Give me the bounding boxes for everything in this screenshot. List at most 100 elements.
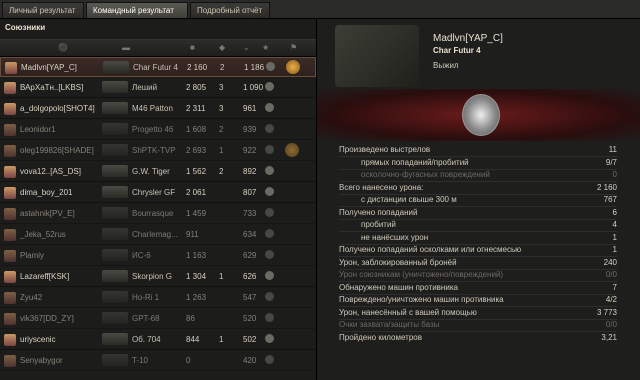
- xp-value: 502: [243, 335, 257, 344]
- player-name[interactable]: astahnik[PV_E]: [20, 209, 75, 218]
- player-row[interactable]: dima_boy_201 Chrysler GF 2 061 807: [0, 183, 316, 203]
- damage-value: 911: [186, 230, 199, 239]
- tank-column-icon[interactable]: ▬: [122, 43, 130, 52]
- kills-value: 1: [219, 272, 224, 281]
- player-row[interactable]: ВАрХаТн..[LKBS] Леший 2 805 3 1 090: [0, 78, 316, 98]
- player-name[interactable]: Senyabygor: [20, 356, 63, 365]
- player-name[interactable]: uriyscenic: [20, 335, 56, 344]
- stat-label: Обнаружено машин противника: [339, 282, 458, 292]
- stat-row: пробитий 4: [339, 220, 617, 230]
- player-row[interactable]: _Jeka_52rus Charlemag... 911 634: [0, 225, 316, 245]
- player-name[interactable]: Zyu42: [20, 293, 42, 302]
- stat-dot-icon[interactable]: [265, 271, 274, 280]
- damage-value: 0: [186, 356, 191, 365]
- sort-chevron-icon[interactable]: ⌄: [243, 43, 250, 52]
- kills-column-icon[interactable]: ◆: [219, 43, 225, 52]
- team-panel: Союзники ⚫ ▬ ■ ◆ ⌄ ★ ⚑ Madlvn[YAP_C] Char…: [0, 19, 317, 380]
- stat-row: Урон союзникам (уничтожено/повреждений) 0…: [339, 270, 617, 280]
- player-column-icon[interactable]: ⚫: [58, 43, 68, 52]
- player-row[interactable]: Leonidor1 Progetto 46 1 608 2 939: [0, 120, 316, 140]
- damage-value: 2 805: [186, 83, 207, 92]
- player-row[interactable]: Senyabygor T-10 0 420: [0, 351, 316, 371]
- player-row[interactable]: Zyu42 Ho-Ri 1 1 263 547: [0, 288, 316, 308]
- player-row[interactable]: vik367[DD_ZY] GPT-68 86 520: [0, 309, 316, 329]
- player-name[interactable]: dima_boy_201: [20, 188, 72, 197]
- stat-value: 0/0: [605, 320, 617, 329]
- player-name[interactable]: Madlvn[YAP_C]: [21, 63, 77, 72]
- stat-dot-icon[interactable]: [265, 355, 274, 364]
- player-name[interactable]: Lazareff[KSK]: [20, 272, 69, 281]
- xp-column-icon[interactable]: ★: [262, 43, 269, 52]
- rank-badge-icon: [4, 334, 16, 346]
- player-name[interactable]: _Jeka_52rus: [20, 230, 66, 239]
- player-name[interactable]: Leonidor1: [20, 125, 56, 134]
- stat-row: Очки захвата/защиты базы 0/0: [339, 320, 617, 330]
- stat-label: осколочно-фугасных повреждений: [361, 170, 490, 179]
- stat-row: Обнаружено машин противника 7: [339, 283, 617, 293]
- player-name[interactable]: ВАрХаТн..[LKBS]: [20, 83, 83, 92]
- stat-label: пробитий: [361, 220, 396, 229]
- player-row[interactable]: a_dolgopolo[SHOT4] M46 Patton 2 311 3 961: [0, 99, 316, 119]
- stat-value: 9/7: [605, 157, 617, 167]
- stat-row: Произведено выстрелов 11: [339, 145, 617, 155]
- stat-dot-icon[interactable]: [265, 82, 274, 91]
- rank-badge-icon: [4, 292, 16, 304]
- xp-value: 939: [243, 125, 257, 134]
- player-name[interactable]: Plamiy: [20, 251, 44, 260]
- stat-dot-icon[interactable]: [265, 229, 274, 238]
- player-row[interactable]: Plamiy ИС-6 1 163 629: [0, 246, 316, 266]
- tank-icon: [102, 354, 128, 366]
- rank-badge-icon: [4, 145, 16, 157]
- tab-team-result[interactable]: Командный результат: [86, 2, 188, 18]
- stat-dot-icon[interactable]: [265, 313, 274, 322]
- tank-icon: [102, 228, 128, 240]
- stat-label: Всего нанесено урона:: [339, 182, 424, 192]
- tab-personal-result[interactable]: Личный результат: [2, 2, 84, 18]
- stat-value: 11: [608, 145, 617, 154]
- player-row[interactable]: vova12..[AS_DS] G.W. Tiger 1 562 2 892: [0, 162, 316, 182]
- stat-dot-icon[interactable]: [266, 62, 275, 71]
- kills-value: 2: [219, 167, 224, 176]
- tab-detailed-report[interactable]: Подробный отчёт: [190, 2, 270, 18]
- achievement-icon[interactable]: [286, 60, 300, 74]
- player-name[interactable]: a_dolgopolo[SHOT4]: [20, 104, 95, 113]
- stat-value: 4/2: [605, 295, 617, 304]
- stat-value: 1: [612, 232, 617, 242]
- achievement-column-icon[interactable]: ⚑: [290, 43, 297, 52]
- tank-name: Об. 704: [132, 335, 161, 344]
- player-row[interactable]: Madlvn[YAP_C] Char Futur 4 2 160 2 1 186: [0, 57, 316, 77]
- stat-dot-icon[interactable]: [265, 145, 274, 154]
- kills-value: 2: [220, 63, 225, 72]
- stat-dot-icon[interactable]: [265, 124, 274, 133]
- achievement-medal-icon[interactable]: [462, 94, 500, 136]
- stat-dot-icon[interactable]: [265, 187, 274, 196]
- tab-bar: Личный результат Командный результат Под…: [0, 0, 640, 19]
- tank-name: ShPTK-TVP: [132, 146, 176, 155]
- player-row[interactable]: oleg199826[SHADE] ShPTK-TVP 2 693 1 922: [0, 141, 316, 161]
- player-name[interactable]: oleg199826[SHADE]: [20, 146, 94, 155]
- detail-player-name: Madlvn[YAP_C]: [433, 33, 503, 44]
- player-row[interactable]: Lazareff[KSK] Skorpion G 1 304 1 626: [0, 267, 316, 287]
- kills-value: 1: [219, 146, 224, 155]
- stat-dot-icon[interactable]: [265, 103, 274, 112]
- damage-column-icon[interactable]: ■: [190, 43, 195, 52]
- tank-name: Ho-Ri 1: [132, 293, 160, 302]
- damage-value: 1 459: [186, 209, 207, 218]
- stat-value: 3 773: [596, 307, 617, 317]
- stat-dot-icon[interactable]: [265, 250, 274, 259]
- player-row[interactable]: astahnik[PV_E] Bourrasque 1 459 733: [0, 204, 316, 224]
- player-name[interactable]: vova12..[AS_DS]: [20, 167, 81, 176]
- stat-dot-icon[interactable]: [265, 208, 274, 217]
- player-name[interactable]: vik367[DD_ZY]: [20, 314, 74, 323]
- damage-value: 2 311: [186, 104, 206, 113]
- kills-value: 3: [219, 83, 224, 92]
- kills-value: 1: [219, 335, 224, 344]
- damage-value: 2 061: [186, 188, 207, 197]
- stat-dot-icon[interactable]: [265, 166, 274, 175]
- stat-dot-icon[interactable]: [265, 292, 274, 301]
- stat-dot-icon[interactable]: [265, 334, 274, 343]
- rank-badge-icon: [4, 250, 16, 262]
- tank-name: Bourrasque: [132, 209, 174, 218]
- player-row[interactable]: uriyscenic Об. 704 844 1 502: [0, 330, 316, 350]
- achievement-icon[interactable]: [285, 143, 299, 157]
